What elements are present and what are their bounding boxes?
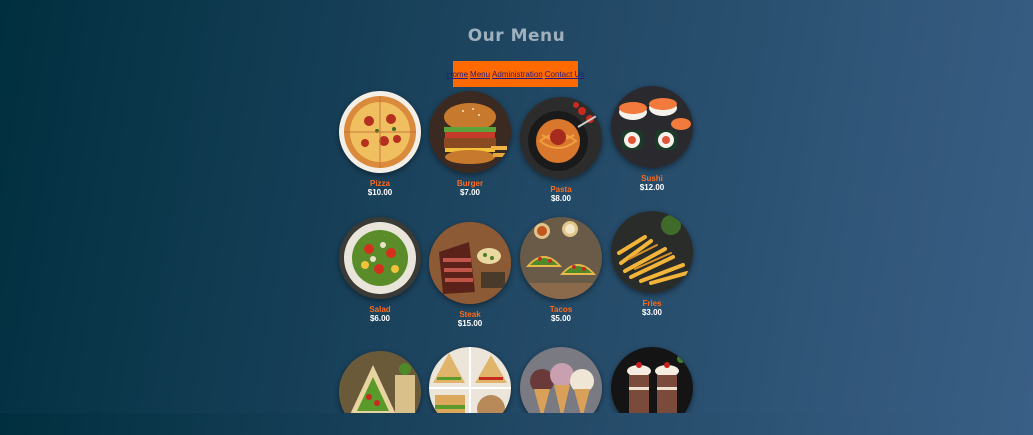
item-price: $15.00 (457, 319, 483, 328)
item-name: Burger (456, 179, 484, 188)
item-price: $8.00 (550, 194, 572, 203)
sushi-image (611, 86, 693, 168)
pasta-image (520, 97, 602, 179)
item-name: Sushi (641, 174, 663, 183)
menu-item-pasta: Pasta $8.00 (520, 97, 602, 203)
menu-item-tacos: Tacos $5.00 (520, 217, 602, 323)
item-price: $7.00 (459, 188, 481, 197)
menu-item-fries: Fries $3.00 (611, 211, 693, 317)
nav-link-home[interactable]: Home (447, 70, 468, 79)
salad-image (339, 217, 421, 299)
item-name: Pizza (369, 179, 390, 188)
item-name: Salad (369, 305, 391, 314)
page-title: Our Menu (467, 26, 566, 46)
menu-item-sushi: Sushi $12.00 (611, 86, 693, 192)
tacos-image (520, 217, 602, 299)
item-name: Pasta (550, 185, 572, 194)
menu-item-pizza: Pizza $10.00 (339, 91, 421, 197)
steak-image (429, 222, 511, 304)
menu-item-steak: Steak $15.00 (429, 222, 511, 328)
nav-link-menu[interactable]: Menu (470, 70, 490, 79)
viewport-bottom-edge (0, 413, 1033, 435)
burger-image (429, 91, 511, 173)
item-price: $12.00 (639, 183, 665, 192)
item-price: $3.00 (641, 308, 663, 317)
pizza-image (339, 91, 421, 173)
item-price: $6.00 (369, 314, 391, 323)
nav-link-administration[interactable]: Administration (492, 70, 543, 79)
menu-item-salad: Salad $6.00 (339, 217, 421, 323)
nav-link-contact-us[interactable]: Contact Us (545, 70, 585, 79)
item-name: Fries (642, 299, 662, 308)
menu-item-burger: Burger $7.00 (429, 91, 511, 197)
item-name: Tacos (549, 305, 573, 314)
nav-bar: Home Menu Administration Contact Us (447, 61, 584, 87)
fries-image (611, 211, 693, 293)
item-name: Steak (459, 310, 481, 319)
item-price: $10.00 (367, 188, 393, 197)
item-price: $5.00 (550, 314, 572, 323)
